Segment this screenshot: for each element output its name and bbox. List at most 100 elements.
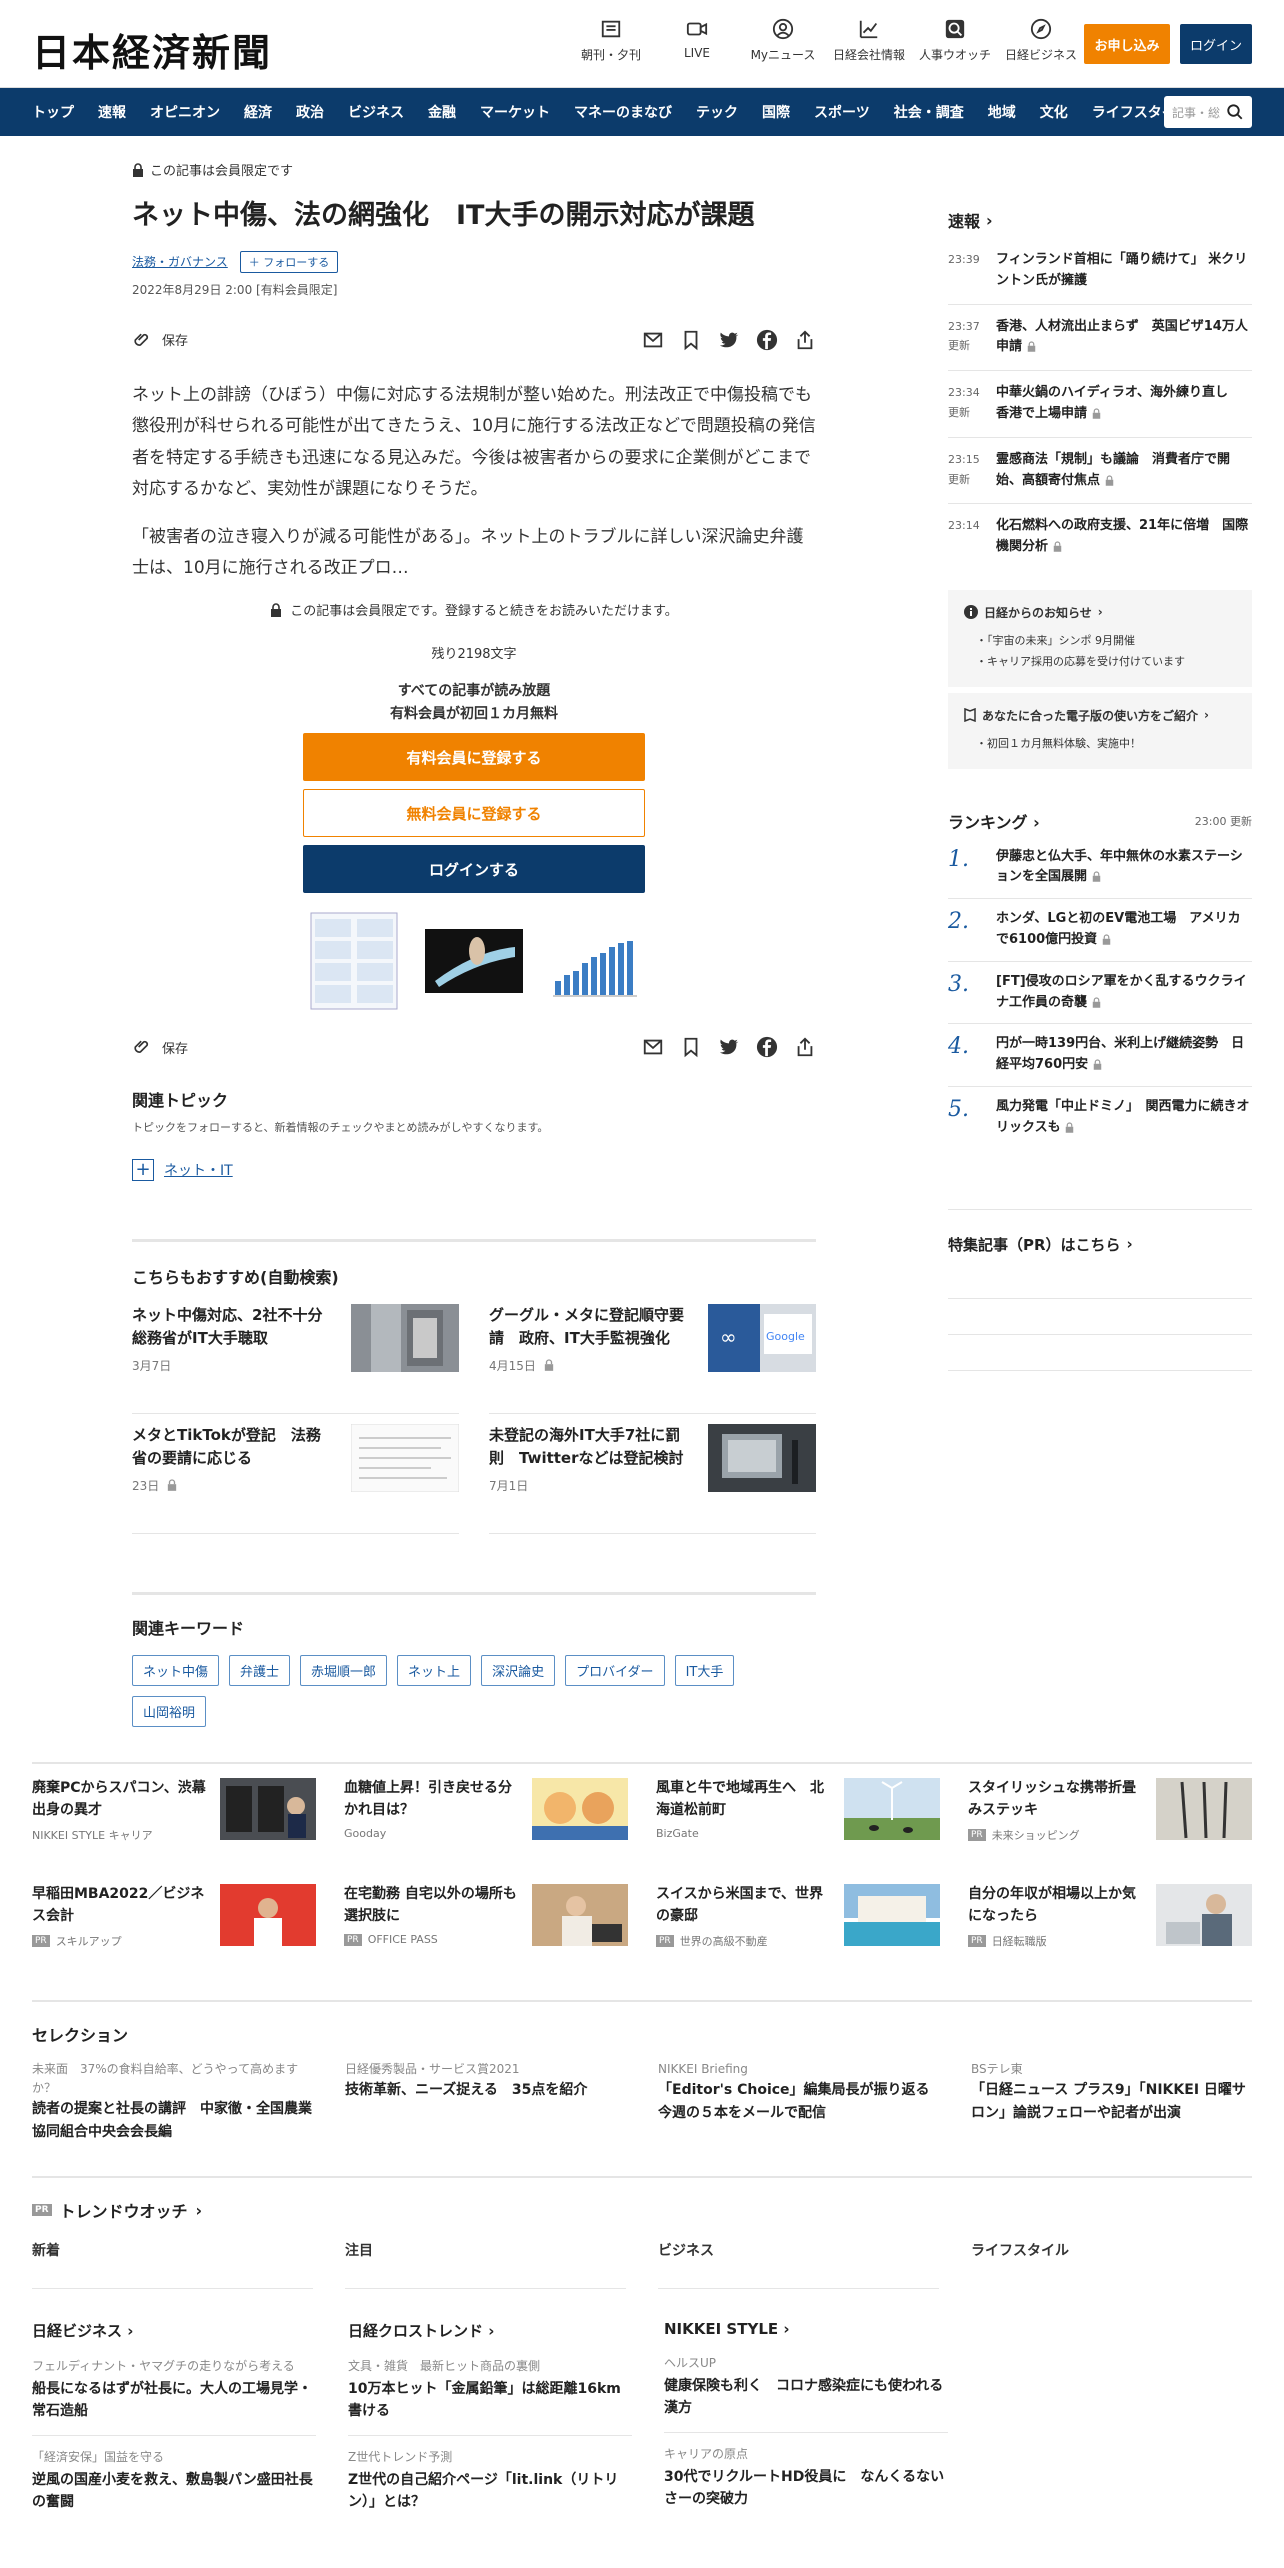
brand-item[interactable]: フェルディナント・ヤマグチの走りながら考える 船長になるはずが社長に。大人の工場見… [32, 2345, 316, 2436]
nav-item[interactable]: 社会・調査 [882, 102, 976, 122]
brand-title[interactable]: 逆風の国産小麦を救え、敷島製パン盛田社長の奮闘 [32, 2469, 316, 2514]
ranking-item[interactable]: 2. ホンダ、LGと初のEV電池工場 アメリカで6100億円投資 [948, 899, 1252, 962]
rank-title[interactable]: 風力発電「中止ドミノ」 関西電力に続きオリックスも [996, 1097, 1252, 1139]
selection-title[interactable]: 「日経ニュース プラス9」「NIKKEI 日曜サロン」論説フェローや記者が出演 [971, 2079, 1252, 2125]
epaper-text[interactable]: 初回１カ月無料体験、実施中！ [987, 737, 1141, 750]
site-logo[interactable]: 日本経済新聞 [32, 22, 272, 77]
brand-title[interactable]: 健康保険も利く コロナ感染症にも使われる漢方 [664, 2375, 948, 2420]
rank-title[interactable]: [FT]侵攻のロシア軍をかく乱するウクライナ工作員の奇襲 [996, 972, 1252, 1014]
promo-item[interactable]: 自分の年収が相場以上か気になったら PR 日経転職版 [968, 1884, 1252, 1990]
keyword-chip[interactable]: IT大手 [674, 1655, 735, 1687]
nav-item[interactable]: 政治 [284, 102, 336, 122]
selection-item[interactable]: 日経優秀製品・サービス賞2021 技術革新、ニーズ捉える 35点を紹介 [345, 2060, 626, 2145]
recommend-title[interactable]: グーグル・メタに登記順守要請 政府、IT大手監視強化 [489, 1304, 689, 1351]
brand-name[interactable]: 日経クロストレンド [348, 2322, 483, 2340]
nav-item[interactable]: マネーのまなび [562, 102, 684, 122]
header-link-jinji[interactable]: 人事ウオッチ [912, 18, 998, 63]
news-item[interactable]: 23:39 フィンランド首相に「踊り続けて」 米クリントン氏が擁護 [948, 238, 1252, 305]
clip-note-icon[interactable] [680, 1036, 702, 1058]
header-link-business[interactable]: 日経ビジネス [998, 18, 1084, 63]
rank-title-text[interactable]: 伊藤忠と仏大手、年中無休の水素ステーションを全国展開 [996, 849, 1243, 885]
notice-heading[interactable]: 日経からのお知らせ › [964, 604, 1236, 621]
rank-title[interactable]: 円が一時139円台、米利上げ継続姿勢 日経平均760円安 [996, 1034, 1252, 1076]
brand-item[interactable]: 「経済安保」国益を守る 逆風の国産小麦を救え、敷島製パン盛田社長の奮闘 [32, 2436, 316, 2526]
keyword-chip[interactable]: プロバイダー [565, 1655, 665, 1687]
recommend-title[interactable]: メタとTikTokが登記 法務省の要請に応じる [132, 1424, 332, 1471]
keyword-chip[interactable]: ネット中傷 [132, 1655, 220, 1687]
news-title-text[interactable]: 化石燃料への政府支援、21年に倍増 国際機関分析 [996, 518, 1248, 554]
mail-icon[interactable] [642, 1036, 664, 1058]
selection-title[interactable]: 技術革新、ニーズ捉える 35点を紹介 [345, 2079, 626, 2102]
brand-item[interactable]: Z世代トレンド予測 Z世代の自己紹介ページ「lit.link（リトリン）」とは？ [348, 2436, 632, 2526]
notice-item[interactable]: ・「宇宙の未来」シンポ 9月開催 [964, 631, 1236, 652]
brand-title[interactable]: 10万本ヒット「金属鉛筆」は総距離16km書ける [348, 2378, 632, 2423]
promo-item[interactable]: 風車と牛で地域再生へ 北海道松前町 BizGate [656, 1778, 940, 1884]
trend-column-featured[interactable]: 注目 [345, 2240, 626, 2289]
rank-title-text[interactable]: 円が一時139円台、米利上げ継続姿勢 日経平均760円安 [996, 1036, 1244, 1072]
nav-item[interactable]: トップ [20, 102, 86, 122]
promo-title[interactable]: 風車と牛で地域再生へ 北海道松前町 [656, 1778, 836, 1821]
brand-name[interactable]: 日経ビジネス [32, 2322, 122, 2340]
rank-title-text[interactable]: [FT]侵攻のロシア軍をかく乱するウクライナ工作員の奇襲 [996, 974, 1247, 1010]
selection-item[interactable]: NIKKEI Briefing 「Editor's Choice」編集局長が振り返… [658, 2060, 939, 2145]
news-title[interactable]: 霊感商法「規制」も議論 消費者庁で開始、高額寄付焦点 [996, 450, 1252, 492]
recommend-item[interactable]: ネット中傷対応、2社不十分 総務省がIT大手聴取 3月7日 [132, 1294, 459, 1415]
nav-item[interactable]: マーケット [468, 102, 562, 122]
login-button[interactable]: ログイン [1180, 24, 1252, 64]
ranking-item[interactable]: 5. 風力発電「中止ドミノ」 関西電力に続きオリックスも [948, 1087, 1252, 1149]
brand-title[interactable]: 船長になるはずが社長に。大人の工場見学・常石造船 [32, 2378, 316, 2423]
nav-item[interactable]: オピニオン [138, 102, 232, 122]
keyword-chip[interactable]: 赤堀順一郎 [300, 1655, 388, 1687]
breaking-heading[interactable]: 速報 › [948, 208, 1252, 232]
promo-title[interactable]: 廃棄PCからスパコン、渋幕出身の異才 [32, 1778, 212, 1821]
epaper-heading[interactable]: あなたに合った電子版の使い方をご紹介 › [964, 707, 1236, 724]
promo-item[interactable]: 在宅勤務 自宅以外の場所も選択肢に PR OFFICE PASS [344, 1884, 628, 1990]
epaper-heading-text[interactable]: あなたに合った電子版の使い方をご紹介 [982, 707, 1198, 724]
notice-item[interactable]: ・キャリア採用の応募を受け付けています [964, 652, 1236, 673]
promo-item[interactable]: スタイリッシュな携帯折畳みステッキ PR 未来ショッピング [968, 1778, 1252, 1884]
trend-heading-text[interactable]: トレンドウオッチ [60, 2198, 188, 2222]
rank-title[interactable]: ホンダ、LGと初のEV電池工場 アメリカで6100億円投資 [996, 909, 1252, 951]
selection-item[interactable]: BSテレ東 「日経ニュース プラス9」「NIKKEI 日曜サロン」論説フェローや記… [971, 2060, 1252, 2145]
epaper-item[interactable]: ・初回１カ月無料体験、実施中！ [964, 734, 1236, 755]
twitter-icon[interactable] [718, 329, 740, 351]
nav-item[interactable]: 文化 [1028, 102, 1080, 122]
promo-item[interactable]: 血糖値上昇！引き戻せる分かれ目は？ Gooday [344, 1778, 628, 1884]
search-icon[interactable] [1226, 103, 1244, 121]
notice-text[interactable]: 「宇宙の未来」シンポ 9月開催 [987, 634, 1135, 647]
topic-tag-link[interactable]: 法務・ガバナンス [132, 253, 228, 270]
plus-icon[interactable]: + [132, 1159, 154, 1182]
promo-title[interactable]: スイスから米国まで、世界の豪邸 [656, 1884, 836, 1927]
facebook-icon[interactable] [756, 329, 778, 351]
ranking-item[interactable]: 4. 円が一時139円台、米利上げ継続姿勢 日経平均760円安 [948, 1024, 1252, 1088]
news-title[interactable]: 香港、人材流出止まらず 英国ビザ14万人申請 [996, 317, 1252, 359]
register-free-button[interactable]: 無料会員に登録する [303, 789, 645, 838]
news-title[interactable]: 化石燃料への政府支援、21年に倍増 国際機関分析 [996, 516, 1252, 558]
share-icon[interactable] [794, 329, 816, 351]
promo-title[interactable]: スタイリッシュな携帯折畳みステッキ [968, 1778, 1148, 1821]
brand-name[interactable]: NIKKEI STYLE [664, 2320, 778, 2338]
ranking-item[interactable]: 1. 伊藤忠と仏大手、年中無休の水素ステーションを全国展開 [948, 837, 1252, 900]
news-title[interactable]: 中華火鍋のハイディラオ、海外練り直し 香港で上場申請 [996, 383, 1252, 425]
keyword-chip[interactable]: 深沢論史 [481, 1655, 556, 1687]
twitter-icon[interactable] [718, 1036, 740, 1058]
facebook-icon[interactable] [756, 1036, 778, 1058]
nav-item[interactable]: 地域 [976, 102, 1028, 122]
promo-item[interactable]: 早稲田MBA2022／ビジネス会計 PR スキルアップ [32, 1884, 316, 1990]
recommend-item[interactable]: メタとTikTokが登記 法務省の要請に応じる 23日 [132, 1414, 459, 1535]
topic-name[interactable]: ネット・IT [164, 1160, 233, 1180]
brand-item[interactable]: 文具・雑貨 最新ヒット商品の裏側 10万本ヒット「金属鉛筆」は総距離16km書ける [348, 2345, 632, 2436]
save-button[interactable]: 保存 [132, 330, 188, 350]
subscribe-button[interactable]: お申し込み [1084, 24, 1170, 64]
brand-heading[interactable]: 日経クロストレンド › [348, 2320, 632, 2341]
keyword-chip[interactable]: 山岡裕明 [132, 1696, 207, 1728]
selection-item[interactable]: 未来面 37%の食料自給率、どうやって高めますか？ 読者の提案と社長の講評 中家徹… [32, 2060, 313, 2145]
search-input[interactable]: 記事・総 [1164, 96, 1252, 128]
recommend-item[interactable]: 未登記の海外IT大手7社に罰則 Twitterなどは登記検討 7月1日 [489, 1414, 816, 1535]
promo-title[interactable]: 在宅勤務 自宅以外の場所も選択肢に [344, 1884, 524, 1927]
rank-title-text[interactable]: 風力発電「中止ドミノ」 関西電力に続きオリックスも [996, 1099, 1250, 1135]
notice-heading-text[interactable]: 日経からのお知らせ [984, 604, 1092, 621]
nav-item[interactable]: 経済 [232, 102, 284, 122]
news-title[interactable]: フィンランド首相に「踊り続けて」 米クリントン氏が擁護 [996, 250, 1252, 292]
brand-item[interactable]: ヘルスUP 健康保険も利く コロナ感染症にも使われる漢方 [664, 2342, 948, 2433]
